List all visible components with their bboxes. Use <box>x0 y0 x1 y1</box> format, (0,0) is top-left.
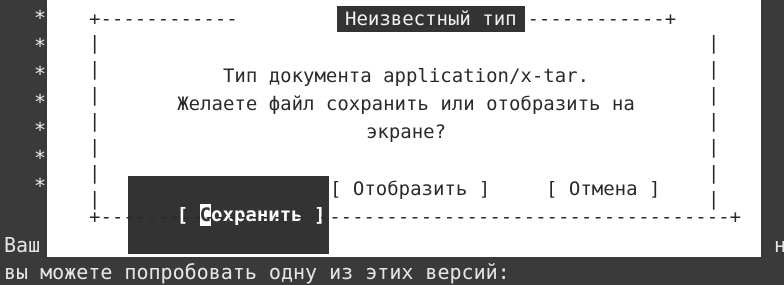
dialog-message-line-3: экране? <box>365 121 447 143</box>
cancel-button[interactable]: [ Отмена ] <box>546 176 660 202</box>
dialog-title: Неизвестный тип <box>337 6 525 32</box>
bg-star: * <box>34 90 47 114</box>
bg-text-fragment-left: Ваш <box>4 233 41 257</box>
dialog-message-line-2: Желаете файл сохранить или отобразить на <box>177 93 635 115</box>
dialog-frame-left: | | | | | | | <box>89 32 101 210</box>
bg-star: * <box>34 118 47 142</box>
bg-star: * <box>34 62 47 86</box>
bg-text-bottom-line: вы можете попробовать одну из этих верси… <box>4 260 510 284</box>
dialog-message-line-1: Тип документа application/x-tar. <box>222 65 590 87</box>
dialog-frame-right: | | | | | | | <box>708 32 720 210</box>
show-button[interactable]: [ Отобразить ] <box>330 176 490 202</box>
bg-star: * <box>34 6 47 30</box>
bg-text-fragment-right: н <box>774 233 784 257</box>
dialog-frame-top-right: -------------+ <box>516 8 677 30</box>
bg-star: * <box>34 174 47 198</box>
bg-star: * <box>34 146 47 170</box>
dialog-frame-top-left: +------------ <box>89 8 238 30</box>
unknown-type-dialog: +------------ -------------+ Неизвестный… <box>47 0 761 257</box>
dialog-frame-bottom: +---------------------------------------… <box>89 206 742 228</box>
bg-star: * <box>34 34 47 58</box>
